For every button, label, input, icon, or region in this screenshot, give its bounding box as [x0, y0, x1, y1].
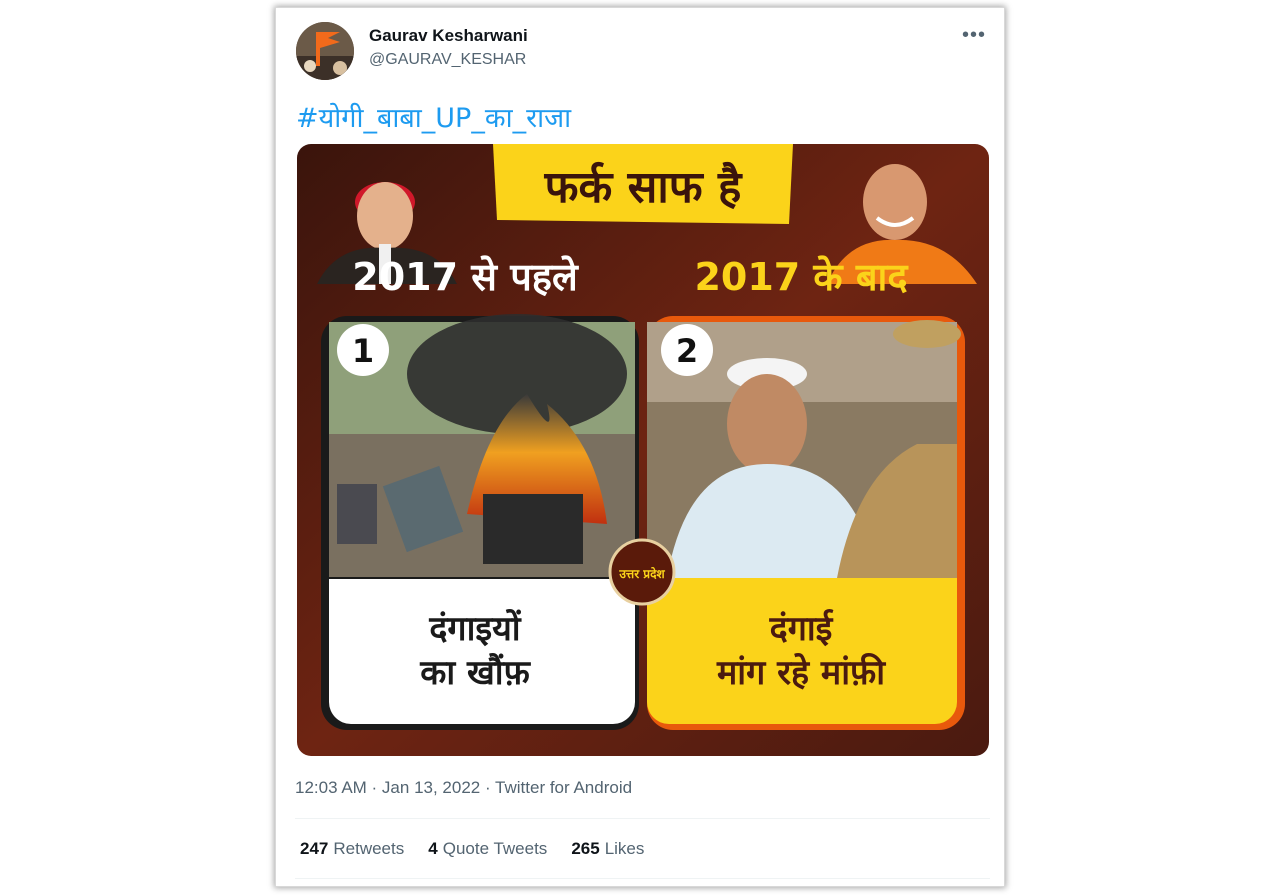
tweet-timestamp[interactable]: 12:03 AM · Jan 13, 2022 · Twitter for An…: [295, 778, 632, 798]
right-caption-line2: मांग रहे मांफ़ी: [716, 652, 886, 693]
badge-2-number: 2: [676, 332, 698, 370]
badge-1-number: 1: [352, 332, 374, 370]
left-caption-line2: का खौंफ़: [419, 652, 531, 693]
tweet-card: Gaurav Kesharwani @GAURAV_KESHAR ••• #यो…: [276, 8, 1004, 886]
tweet-hashtag-link[interactable]: #योगी_बाबा_UP_का_राजा: [296, 98, 571, 135]
right-caption-line1: दंगाई: [769, 608, 835, 649]
seal-text: उत्तर प्रदेश: [618, 567, 665, 581]
tweet-media-image[interactable]: फर्क साफ है 2017 से पहले 2017 के बाद 1 2…: [297, 144, 989, 756]
more-options-button[interactable]: •••: [962, 24, 986, 47]
quotes-label: Quote Tweets: [442, 839, 548, 858]
tweet-stats: 247 Retweets 4 Quote Tweets 265 Likes: [300, 839, 644, 859]
quotes-count: 4: [428, 839, 438, 858]
author-avatar[interactable]: [296, 22, 354, 80]
retweets-label: Retweets: [333, 839, 405, 858]
quote-tweets-link[interactable]: 4 Quote Tweets: [428, 839, 547, 859]
likes-link[interactable]: 265 Likes: [571, 839, 644, 859]
retweets-link[interactable]: 247 Retweets: [300, 839, 404, 859]
headline-text: फर्क साफ है: [544, 161, 743, 213]
comparison-graphic: फर्क साफ है 2017 से पहले 2017 के बाद 1 2…: [297, 144, 989, 756]
left-caption-line1: दंगाइयों: [428, 608, 521, 649]
right-heading: 2017 के बाद: [694, 255, 909, 299]
likes-label: Likes: [604, 839, 645, 858]
divider: [295, 818, 990, 819]
likes-count: 265: [571, 839, 600, 858]
retweets-count: 247: [300, 839, 329, 858]
author-name[interactable]: Gaurav Kesharwani: [369, 26, 528, 46]
left-heading: 2017 से पहले: [352, 255, 579, 299]
divider-bottom: [295, 878, 990, 879]
more-icon: •••: [961, 24, 986, 46]
avatar-image: [296, 22, 354, 80]
author-handle[interactable]: @GAURAV_KESHAR: [369, 51, 526, 69]
